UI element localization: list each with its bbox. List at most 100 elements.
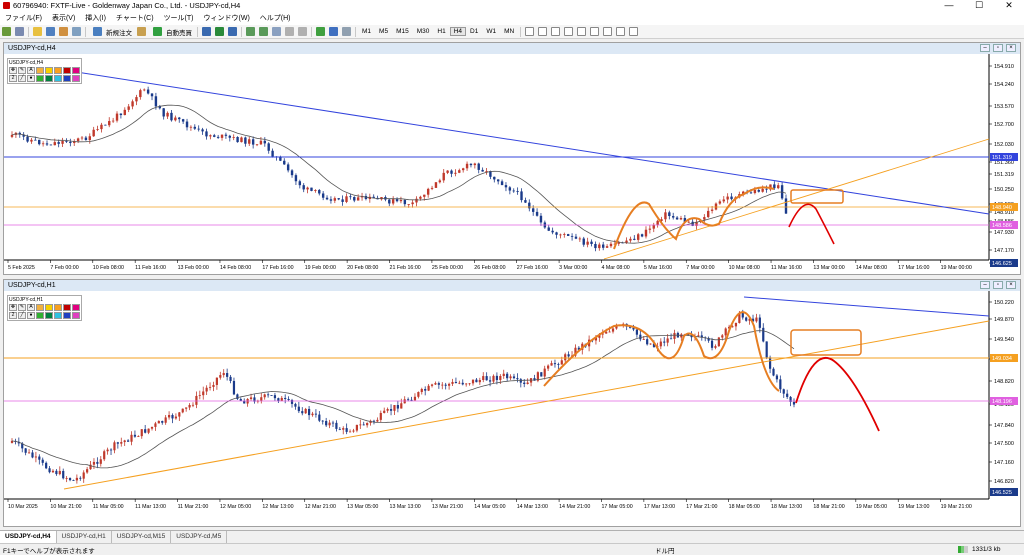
color-orange[interactable] (36, 67, 44, 74)
meta-editor-icon[interactable] (137, 27, 146, 36)
channel-icon[interactable] (590, 27, 600, 36)
arrow-icon[interactable] (629, 27, 639, 36)
size-icon[interactable]: 2 (9, 312, 17, 319)
tab-usdjpy-h1[interactable]: USDJPY-cd,H1 (57, 531, 112, 543)
new-order-button[interactable]: 新規注文 (88, 27, 135, 37)
color-red[interactable] (63, 304, 71, 311)
color-cyan[interactable] (54, 75, 62, 82)
dot-icon[interactable]: ● (27, 312, 35, 319)
chart-restore-button[interactable]: ▫ (993, 281, 1003, 289)
chart-minimize-button[interactable]: – (980, 44, 990, 52)
timeframe-w1[interactable]: W1 (482, 27, 500, 36)
chart-window-h4[interactable]: USDJPY-cd,H4 – ▫ × 154.910 154.240 153.570… (3, 42, 1021, 275)
tab-usdjpy-h4[interactable]: USDJPY-cd,H4 (0, 531, 57, 543)
price-chart-h4[interactable]: 154.910 154.240 153.570 152.700 152.030 151.3… (4, 54, 1020, 274)
close-button[interactable]: ✕ (994, 0, 1024, 11)
chart-restore-button[interactable]: ▫ (993, 44, 1003, 52)
menu-insert[interactable]: 挿入(I) (80, 13, 111, 23)
pen-icon[interactable]: ✎ (18, 67, 26, 74)
size-icon[interactable]: 2 (9, 75, 17, 82)
color-green[interactable] (36, 312, 44, 319)
menu-file[interactable]: ファイル(F) (0, 13, 47, 23)
bar-chart-icon[interactable] (202, 27, 211, 36)
navigator-icon[interactable] (59, 27, 68, 36)
candle-body (567, 354, 570, 357)
tab-usdjpy-m15[interactable]: USDJPY-cd,M15 (112, 531, 172, 543)
text-icon[interactable] (616, 27, 626, 36)
erase-icon[interactable]: A (27, 304, 35, 311)
color-cyan[interactable] (54, 312, 62, 319)
chart-window-h1[interactable]: USDJPY-cd,H1 – ▫ × 150.220 149.870 149.540… (3, 279, 1021, 527)
menu-window[interactable]: ウィンドウ(W) (199, 13, 255, 23)
color-dark-green[interactable] (45, 312, 53, 319)
timeframe-m30[interactable]: M30 (413, 27, 434, 36)
timeframe-m5[interactable]: M5 (375, 27, 392, 36)
crosshair-icon[interactable] (538, 27, 548, 36)
color-green[interactable] (36, 75, 44, 82)
color-blue[interactable] (63, 312, 71, 319)
timeframe-m1[interactable]: M1 (358, 27, 375, 36)
data-window-icon[interactable] (46, 27, 55, 36)
candle-body (775, 375, 779, 380)
chart-close-button[interactable]: × (1006, 281, 1016, 289)
zoom-in-icon[interactable] (246, 27, 255, 36)
candle-body (679, 218, 683, 220)
tile-windows-icon[interactable] (272, 27, 281, 36)
color-magenta[interactable] (72, 67, 80, 74)
new-chart-icon[interactable] (2, 27, 11, 36)
trendline-icon[interactable] (577, 27, 587, 36)
auto-trading-button[interactable]: 自動売買 (148, 27, 195, 37)
vertical-line-icon[interactable] (551, 27, 561, 36)
menu-view[interactable]: 表示(V) (47, 13, 80, 23)
chart-shift-icon[interactable] (285, 27, 294, 36)
terminal-icon[interactable] (72, 27, 81, 36)
color-amber[interactable] (54, 67, 62, 74)
move-icon[interactable]: ✥ (9, 304, 17, 311)
color-yellow[interactable] (45, 67, 53, 74)
erase-icon[interactable]: A (27, 67, 35, 74)
candle-body (410, 399, 413, 401)
color-dark-green[interactable] (45, 75, 53, 82)
pen-icon[interactable]: ✎ (18, 304, 26, 311)
color-pink[interactable] (72, 312, 80, 319)
horizontal-line-icon[interactable] (564, 27, 574, 36)
templates-icon[interactable] (342, 27, 351, 36)
line-icon[interactable]: ╱ (18, 75, 26, 82)
menu-tools[interactable]: ツール(T) (159, 13, 199, 23)
color-magenta[interactable] (72, 304, 80, 311)
dot-icon[interactable]: ● (27, 75, 35, 82)
line-chart-icon[interactable] (228, 27, 237, 36)
zoom-out-icon[interactable] (259, 27, 268, 36)
periods-icon[interactable] (329, 27, 338, 36)
autoscroll-icon[interactable] (298, 27, 307, 36)
timeframe-mn[interactable]: MN (500, 27, 518, 36)
line-icon[interactable]: ╱ (18, 312, 26, 319)
fibonacci-icon[interactable] (603, 27, 613, 36)
timeframe-d1[interactable]: D1 (466, 27, 482, 36)
color-blue[interactable] (63, 75, 71, 82)
color-pink[interactable] (72, 75, 80, 82)
timeframe-h1[interactable]: H1 (433, 27, 449, 36)
color-red[interactable] (63, 67, 71, 74)
maximize-button[interactable]: ☐ (964, 0, 994, 11)
minimize-button[interactable]: — (934, 0, 964, 11)
profiles-icon[interactable] (15, 27, 24, 36)
market-watch-icon[interactable] (33, 27, 42, 36)
chart-close-button[interactable]: × (1006, 44, 1016, 52)
candle-body (185, 407, 188, 409)
timeframe-h4[interactable]: H4 (449, 27, 466, 36)
menu-help[interactable]: ヘルプ(H) (255, 13, 296, 23)
color-orange[interactable] (36, 304, 44, 311)
color-yellow[interactable] (45, 304, 53, 311)
chart-minimize-button[interactable]: – (980, 281, 990, 289)
timeframe-m15[interactable]: M15 (392, 27, 413, 36)
menu-charts[interactable]: チャート(C) (111, 13, 159, 23)
candle-body (765, 341, 768, 358)
color-amber[interactable] (54, 304, 62, 311)
tab-usdjpy-m5[interactable]: USDJPY-cd,M5 (171, 531, 228, 543)
cursor-icon[interactable] (525, 27, 535, 36)
indicators-icon[interactable] (316, 27, 325, 36)
candlestick-icon[interactable] (215, 27, 224, 36)
price-chart-h1[interactable]: 150.220149.870149.540149.210148.820148.1… (4, 291, 1020, 526)
move-icon[interactable]: ✥ (9, 67, 17, 74)
